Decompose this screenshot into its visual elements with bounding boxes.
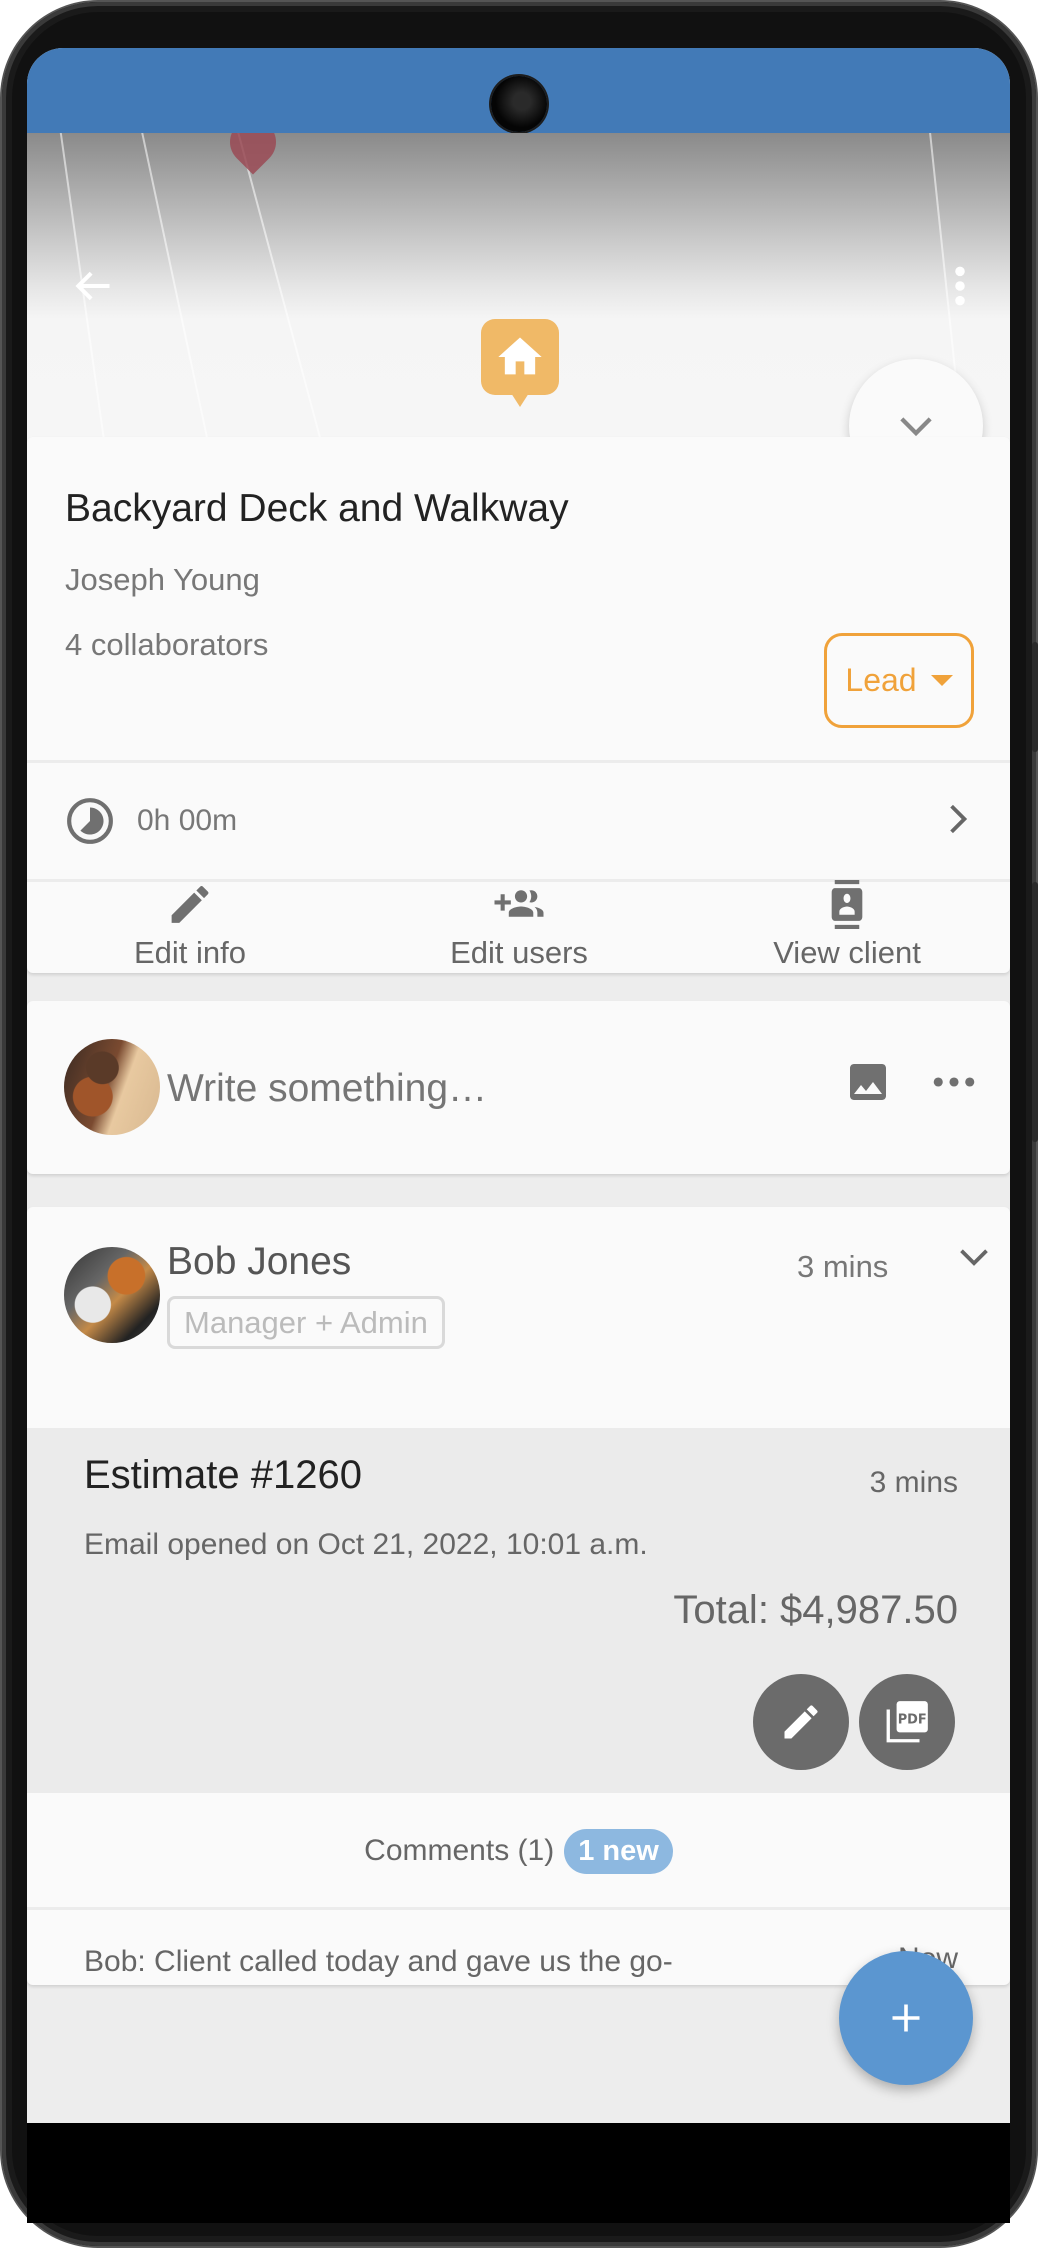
more-options-button[interactable]	[929, 1058, 979, 1106]
back-button[interactable]	[67, 260, 119, 312]
volume-button	[1032, 642, 1038, 752]
post-input[interactable]	[167, 1059, 687, 1119]
project-actions: Edit info Edit users View client	[27, 880, 1010, 973]
overflow-menu-button[interactable]	[937, 260, 983, 312]
edit-users-button[interactable]: Edit users	[399, 880, 639, 971]
post-author[interactable]: Bob Jones	[167, 1240, 351, 1284]
home-icon[interactable]	[481, 319, 559, 395]
pdf-icon: PDF	[886, 1701, 928, 1743]
more-vertical-icon	[955, 266, 965, 306]
svg-text:PDF: PDF	[898, 1712, 927, 1727]
post-composer	[27, 1001, 1010, 1174]
comment-text: Bob: Client called today and gave us the…	[84, 1945, 673, 1985]
image-icon	[850, 1064, 886, 1100]
add-group-icon	[494, 890, 544, 917]
power-button	[1032, 882, 1038, 1142]
estimate-block[interactable]: Estimate #1260 3 mins Email opened on Oc…	[27, 1428, 1010, 1793]
pencil-icon	[171, 886, 209, 923]
caret-down-icon	[930, 675, 953, 686]
action-label: Edit users	[450, 935, 588, 970]
map-road	[137, 133, 214, 443]
collapse-map-button[interactable]	[849, 359, 983, 443]
project-card: Backyard Deck and Walkway Joseph Young 4…	[27, 437, 1010, 973]
estimate-total: Total: $4,987.50	[673, 1588, 958, 1632]
app-screen: Backyard Deck and Walkway Joseph Young 4…	[27, 48, 1010, 2123]
clock-icon	[67, 798, 113, 844]
role-badge: Manager + Admin	[167, 1296, 445, 1349]
feed-post: Bob Jones Manager + Admin 3 mins Estimat…	[27, 1207, 1010, 1985]
bottom-bezel	[27, 2123, 1010, 2223]
client-name[interactable]: Joseph Young	[65, 562, 260, 598]
post-time: 3 mins	[797, 1249, 889, 1284]
new-comments-badge: 1 new	[564, 1828, 673, 1874]
marker-tail	[511, 393, 529, 407]
edit-info-button[interactable]: Edit info	[70, 880, 310, 971]
front-camera	[491, 76, 547, 132]
estimate-status: Email opened on Oct 21, 2022, 10:01 a.m.	[84, 1528, 648, 1561]
chevron-right-icon	[950, 804, 968, 834]
attach-image-button[interactable]	[844, 1058, 892, 1106]
time-tracking-row[interactable]: 0h 00m	[27, 763, 1010, 879]
collaborators-count[interactable]: 4 collaborators	[65, 627, 268, 663]
divider	[27, 1907, 1010, 1910]
comments-label: Comments (1)	[364, 1834, 555, 1867]
project-title: Backyard Deck and Walkway	[65, 487, 569, 530]
estimate-title: Estimate #1260	[84, 1453, 362, 1497]
chevron-down-icon	[900, 417, 932, 437]
avatar	[64, 1247, 160, 1343]
time-tracked: 0h 00m	[137, 804, 238, 837]
status-value: Lead	[845, 662, 917, 698]
arrow-left-icon	[75, 271, 110, 301]
comments-toggle[interactable]: Comments (1) 1 new	[27, 1793, 1010, 1909]
plus-icon	[892, 2004, 920, 2032]
edit-estimate-button[interactable]	[753, 1674, 849, 1770]
hotel-bed-icon[interactable]	[220, 133, 286, 175]
more-horizontal-icon	[933, 1077, 975, 1087]
status-bar	[27, 48, 1010, 133]
chevron-down-icon	[960, 1249, 988, 1266]
map-road	[232, 133, 328, 443]
action-label: View client	[773, 935, 921, 970]
avatar	[64, 1039, 160, 1135]
action-label: Edit info	[133, 935, 246, 970]
post-expand-button[interactable]	[959, 1247, 989, 1272]
contact-card-icon	[831, 880, 863, 929]
view-pdf-button[interactable]: PDF	[859, 1674, 955, 1770]
map-view[interactable]	[27, 133, 1010, 443]
pencil-icon	[784, 1705, 818, 1739]
view-client-button[interactable]: View client	[727, 880, 967, 971]
status-dropdown[interactable]: Lead	[824, 633, 974, 728]
add-button[interactable]	[839, 1951, 973, 2085]
estimate-time: 3 mins	[869, 1466, 958, 1499]
